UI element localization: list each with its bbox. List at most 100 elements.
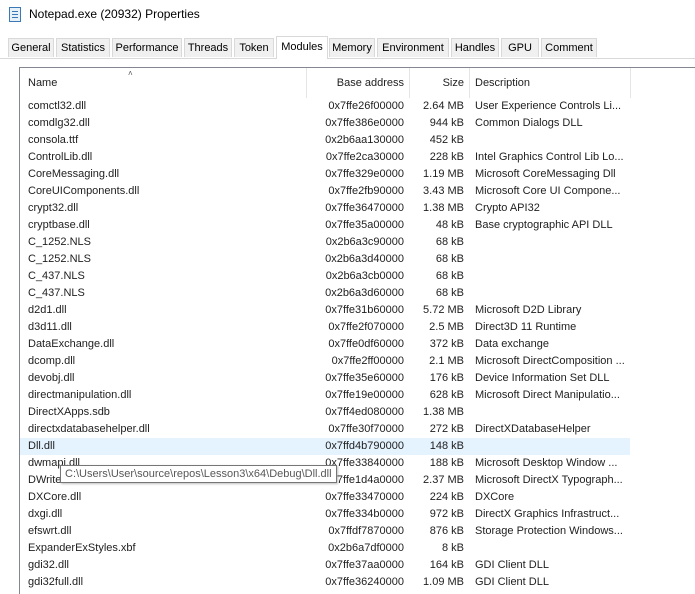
description-cell: Microsoft Desktop Window ... bbox=[475, 457, 618, 469]
table-row[interactable]: gdi32full.dll 0x7ffe36240000 1.09 MB GDI Cl… bbox=[20, 574, 630, 591]
table-row[interactable]: CoreUIComponents.dll 0x7ffe2fb90000 3.43 M… bbox=[20, 183, 630, 200]
base-address-cell: 0x2b6a7df0000 bbox=[328, 542, 404, 554]
size-cell: 68 kB bbox=[435, 270, 464, 282]
table-row[interactable]: ControlLib.dll 0x7ffe2ca30000 228 kB Intel … bbox=[20, 149, 630, 166]
tab-performance[interactable]: Performance bbox=[112, 38, 182, 57]
module-name-cell: dcomp.dll bbox=[28, 355, 76, 367]
module-name-cell: consola.ttf bbox=[28, 134, 79, 146]
list-header: ˄ Name Base address Size Description bbox=[20, 68, 695, 98]
table-row[interactable]: directxdatabasehelper.dll 0x7ffe30f70000 2… bbox=[20, 421, 630, 438]
tab-general[interactable]: General bbox=[8, 38, 54, 57]
size-cell: 944 kB bbox=[429, 117, 464, 129]
base-address-cell: 0x2b6aa130000 bbox=[325, 134, 404, 146]
table-row[interactable]: DirectXApps.sdb 0x7ff4ed080000 1.38 MB bbox=[20, 404, 630, 421]
column-header-size[interactable]: Size bbox=[413, 68, 464, 98]
description-cell: Direct3D 11 Runtime bbox=[475, 321, 577, 333]
description-cell: User Experience Controls Li... bbox=[475, 100, 622, 112]
base-address-cell: 0x7ffdf7870000 bbox=[328, 525, 404, 537]
tab-token[interactable]: Token bbox=[234, 38, 274, 57]
size-cell: 1.19 MB bbox=[423, 168, 464, 180]
base-address-cell: 0x2b6a3d40000 bbox=[325, 253, 404, 265]
table-row[interactable]: comctl32.dll 0x7ffe26f00000 2.64 MB User Ex… bbox=[20, 98, 630, 115]
table-row[interactable]: gdi32.dll 0x7ffe37aa0000 164 kB GDI Client … bbox=[20, 557, 630, 574]
column-divider[interactable] bbox=[409, 68, 410, 98]
size-cell: 68 kB bbox=[435, 236, 464, 248]
description-cell: DirectXDatabaseHelper bbox=[475, 423, 591, 435]
module-name-cell: directxdatabasehelper.dll bbox=[28, 423, 150, 435]
table-row[interactable]: Dll.dll 0x7ffd4b790000 148 kB bbox=[20, 438, 630, 455]
table-row[interactable]: C_437.NLS 0x2b6a3cb0000 68 kB bbox=[20, 268, 630, 285]
size-cell: 1.09 MB bbox=[423, 576, 464, 588]
module-name-cell: CoreMessaging.dll bbox=[28, 168, 120, 180]
base-address-cell: 0x2b6a3d60000 bbox=[325, 287, 404, 299]
base-address-cell: 0x7ffe0df60000 bbox=[328, 338, 404, 350]
module-name-cell: comdlg32.dll bbox=[28, 117, 90, 129]
size-cell: 2.5 MB bbox=[429, 321, 464, 333]
table-row[interactable]: crypt32.dll 0x7ffe36470000 1.38 MB Crypto A… bbox=[20, 200, 630, 217]
description-cell: Microsoft Core UI Compone... bbox=[475, 185, 621, 197]
size-cell: 272 kB bbox=[429, 423, 464, 435]
module-name-cell: C_1252.NLS bbox=[28, 253, 91, 265]
base-address-cell: 0x7ffe36470000 bbox=[325, 202, 404, 214]
column-divider[interactable] bbox=[306, 68, 307, 98]
module-name-cell: DXCore.dll bbox=[28, 491, 82, 503]
module-name-cell: crypt32.dll bbox=[28, 202, 79, 214]
table-row[interactable]: d3d11.dll 0x7ffe2f070000 2.5 MB Direct3D 11… bbox=[20, 319, 630, 336]
tab-statistics[interactable]: Statistics bbox=[56, 38, 110, 57]
path-tooltip: C:\Users\User\source\repos\Lesson3\x64\D… bbox=[60, 465, 337, 483]
table-row[interactable]: C_1252.NLS 0x2b6a3d40000 68 kB bbox=[20, 251, 630, 268]
tab-modules[interactable]: Modules bbox=[276, 36, 328, 59]
size-cell: 48 kB bbox=[435, 219, 464, 231]
module-name-cell: CoreUIComponents.dll bbox=[28, 185, 140, 197]
size-cell: 68 kB bbox=[435, 253, 464, 265]
modules-list[interactable]: ˄ Name Base address Size Description com… bbox=[19, 67, 695, 594]
table-row[interactable]: ExpanderExStyles.xbf 0x2b6a7df0000 8 kB bbox=[20, 540, 630, 557]
module-name-cell: dxgi.dll bbox=[28, 508, 63, 520]
description-cell bbox=[475, 404, 628, 421]
table-row[interactable]: DXCore.dll 0x7ffe33470000 224 kB DXCore bbox=[20, 489, 630, 506]
table-row[interactable]: devobj.dll 0x7ffe35e60000 176 kB Device Inf… bbox=[20, 370, 630, 387]
table-row[interactable]: C_437.NLS 0x2b6a3d60000 68 kB bbox=[20, 285, 630, 302]
module-name-cell: C_1252.NLS bbox=[28, 236, 91, 248]
window-title: Notepad.exe (20932) Properties bbox=[29, 7, 200, 21]
table-row[interactable]: d2d1.dll 0x7ffe31b60000 5.72 MB Microsoft D… bbox=[20, 302, 630, 319]
table-row[interactable]: consola.ttf 0x2b6aa130000 452 kB bbox=[20, 132, 630, 149]
description-cell: Device Information Set DLL bbox=[475, 372, 610, 384]
tab-environment[interactable]: Environment bbox=[377, 38, 449, 57]
table-row[interactable]: directmanipulation.dll 0x7ffe19e00000 628 … bbox=[20, 387, 630, 404]
column-header-name[interactable]: Name bbox=[28, 68, 298, 98]
column-header-description[interactable]: Description bbox=[475, 68, 625, 98]
tab-handles[interactable]: Handles bbox=[451, 38, 499, 57]
table-row[interactable]: dxgi.dll 0x7ffe334b0000 972 kB DirectX Grap… bbox=[20, 506, 630, 523]
column-header-base-address[interactable]: Base address bbox=[310, 68, 404, 98]
description-cell bbox=[475, 251, 628, 268]
table-row[interactable]: cryptbase.dll 0x7ffe35a00000 48 kB Base cry… bbox=[20, 217, 630, 234]
table-row[interactable]: C_1252.NLS 0x2b6a3c90000 68 kB bbox=[20, 234, 630, 251]
base-address-cell: 0x7ffe35a00000 bbox=[325, 219, 404, 231]
module-name-cell: DataExchange.dll bbox=[28, 338, 115, 350]
description-cell: DXCore bbox=[475, 491, 515, 503]
title-bar[interactable]: Notepad.exe (20932) Properties bbox=[0, 0, 695, 30]
module-name-cell: efswrt.dll bbox=[28, 525, 72, 537]
description-cell: Intel Graphics Control Lib Lo... bbox=[475, 151, 624, 163]
module-name-cell: C_437.NLS bbox=[28, 270, 85, 282]
tab-memory[interactable]: Memory bbox=[329, 38, 375, 57]
column-divider[interactable] bbox=[630, 68, 631, 98]
tab-comment[interactable]: Comment bbox=[541, 38, 597, 57]
description-cell bbox=[475, 438, 628, 455]
tab-gpu[interactable]: GPU bbox=[501, 38, 539, 57]
description-cell: GDI Client DLL bbox=[475, 576, 549, 588]
tab-threads[interactable]: Threads bbox=[184, 38, 232, 57]
table-row[interactable]: dcomp.dll 0x7ffe2ff00000 2.1 MB Microsoft D… bbox=[20, 353, 630, 370]
table-row[interactable]: DataExchange.dll 0x7ffe0df60000 372 kB Data… bbox=[20, 336, 630, 353]
size-cell: 628 kB bbox=[429, 389, 464, 401]
table-row[interactable]: efswrt.dll 0x7ffdf7870000 876 kB Storage Pr… bbox=[20, 523, 630, 540]
module-name-cell: DirectXApps.sdb bbox=[28, 406, 110, 418]
table-row[interactable]: CoreMessaging.dll 0x7ffe329e0000 1.19 MB Mi… bbox=[20, 166, 630, 183]
base-address-cell: 0x7ffe2ff00000 bbox=[331, 355, 404, 367]
column-divider[interactable] bbox=[469, 68, 470, 98]
table-row[interactable]: comdlg32.dll 0x7ffe386e0000 944 kB Common D… bbox=[20, 115, 630, 132]
module-name-cell: d2d1.dll bbox=[28, 304, 67, 316]
size-cell: 2.64 MB bbox=[423, 100, 464, 112]
description-cell: Microsoft DirectX Typograph... bbox=[475, 474, 623, 486]
